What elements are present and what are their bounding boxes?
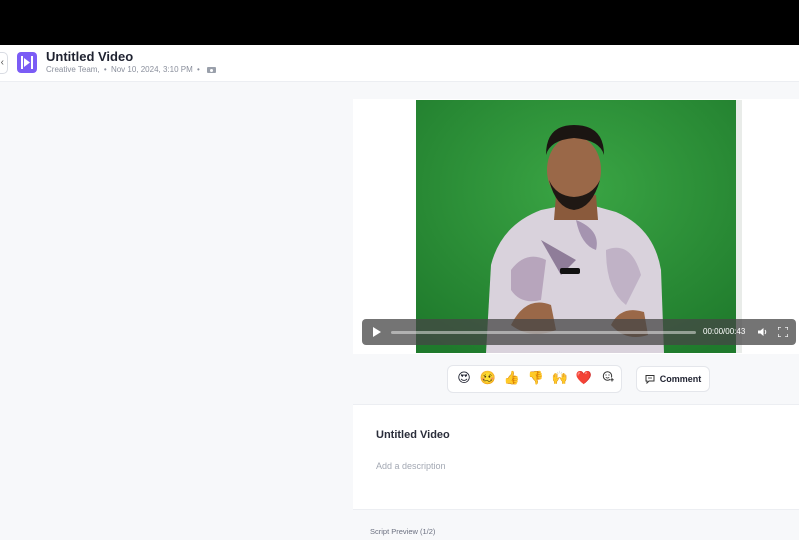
progress-bar[interactable] xyxy=(391,331,696,334)
app-logo xyxy=(17,52,37,73)
logo-icon xyxy=(21,56,33,69)
page-title: Untitled Video xyxy=(46,49,134,64)
comment-label: Comment xyxy=(659,374,702,384)
heart-eyes-emoji[interactable]: 😍 xyxy=(454,369,474,389)
video-frame[interactable] xyxy=(416,100,742,353)
fullscreen-icon[interactable] xyxy=(778,327,788,337)
presenter-image xyxy=(416,100,742,353)
video-details-card: Untitled Video Add a description xyxy=(353,404,799,510)
reaction-bar: 😍 🥴 👍 👎 🙌 ❤️ xyxy=(447,365,622,393)
thumbs-up-emoji[interactable]: 👍 xyxy=(502,369,522,389)
video-controls: 00:00/00:43 xyxy=(362,319,796,345)
video-meta: Creative Team, • Nov 10, 2024, 3:10 PM • xyxy=(46,65,217,74)
script-preview-label[interactable]: Script Preview (1/2) xyxy=(370,527,435,536)
raised-hands-emoji[interactable]: 🙌 xyxy=(550,369,570,389)
add-emoji-icon xyxy=(602,371,614,382)
team-name: Creative Team, xyxy=(46,65,100,74)
chevron-left-icon: ‹ xyxy=(0,57,4,68)
thumbs-down-emoji[interactable]: 👎 xyxy=(526,369,546,389)
top-black-bar xyxy=(0,0,799,45)
description-field[interactable]: Add a description xyxy=(376,461,446,471)
back-button[interactable]: ‹ xyxy=(0,52,8,74)
woozy-face-emoji[interactable]: 🥴 xyxy=(478,369,498,389)
add-reaction-icon[interactable] xyxy=(598,369,618,389)
play-icon[interactable] xyxy=(371,326,383,338)
comment-button[interactable]: Comment xyxy=(636,366,710,392)
volume-icon[interactable] xyxy=(758,327,768,337)
video-camera-icon xyxy=(207,67,217,73)
meta-separator: • xyxy=(103,65,107,74)
meta-separator-2: • xyxy=(197,65,200,74)
comment-icon xyxy=(645,375,655,384)
video-title[interactable]: Untitled Video xyxy=(376,429,450,441)
red-heart-emoji[interactable]: ❤️ xyxy=(574,369,594,389)
time-display: 00:00/00:43 xyxy=(703,327,746,336)
created-date: Nov 10, 2024, 3:10 PM xyxy=(110,65,193,74)
